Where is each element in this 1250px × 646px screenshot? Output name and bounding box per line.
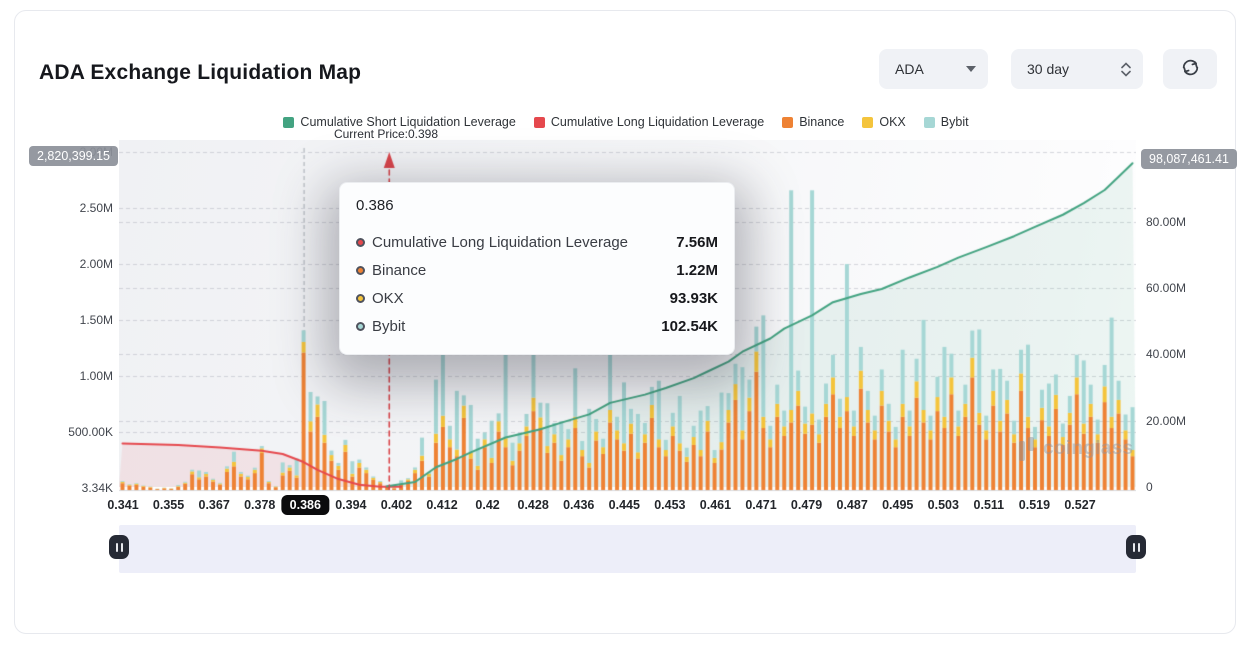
stepper-icon	[1121, 62, 1131, 77]
legend-item-bybit[interactable]: Bybit	[924, 115, 969, 129]
x-axis-tick: 0.461	[700, 498, 731, 512]
left-axis-tick: 2.00M	[23, 257, 113, 271]
series-marker-icon	[356, 294, 365, 303]
legend-item-binance[interactable]: Binance	[782, 115, 844, 129]
right-axis-tick: 20.00M	[1146, 414, 1186, 428]
symbol-select-value: ADA	[895, 61, 924, 77]
x-axis-tick: 0.436	[563, 498, 594, 512]
x-axis-tick: 0.487	[837, 498, 868, 512]
legend-swatch-icon	[283, 117, 294, 128]
x-axis-tick: 0.428	[518, 498, 549, 512]
tooltip-series-name: Cumulative Long Liquidation Leverage	[372, 234, 628, 251]
x-axis-tick: 0.394	[335, 498, 366, 512]
legend-item-okx[interactable]: OKX	[862, 115, 905, 129]
x-axis-tick: 0.367	[199, 498, 230, 512]
tooltip-row-label: Cumulative Long Liquidation Leverage	[356, 234, 628, 251]
x-axis-tick: 0.479	[791, 498, 822, 512]
tooltip-row: Binance 1.22M	[356, 256, 718, 284]
right-axis-tick: 0	[1146, 480, 1153, 494]
left-axis-tick: 1.50M	[23, 313, 113, 327]
tooltip-row: OKX 93.93K	[356, 284, 718, 312]
x-axis-tick: 0.495	[882, 498, 913, 512]
tooltip-series-name: OKX	[372, 290, 404, 307]
tooltip-row-label: OKX	[356, 290, 404, 307]
period-select-value: 30 day	[1027, 61, 1069, 77]
tooltip-series-value: 1.22M	[676, 262, 718, 279]
chart-tooltip: 0.386 Cumulative Long Liquidation Levera…	[339, 182, 735, 355]
x-axis-tick: 0.355	[153, 498, 184, 512]
tooltip-series-name: Bybit	[372, 318, 405, 335]
slider-left-handle[interactable]	[109, 535, 129, 559]
chevron-down-icon	[966, 66, 976, 72]
right-axis-tick: 40.00M	[1146, 347, 1186, 361]
legend-swatch-icon	[862, 117, 873, 128]
x-axis-tick: 0.402	[381, 498, 412, 512]
legend-swatch-icon	[924, 117, 935, 128]
liquidation-map-card: ADA Exchange Liquidation Map ADA 30 day …	[14, 10, 1236, 634]
legend-label: Bybit	[941, 115, 969, 129]
legend-label: OKX	[879, 115, 905, 129]
left-axis-tick: 2.50M	[23, 201, 113, 215]
tooltip-series-name: Binance	[372, 262, 426, 279]
refresh-button[interactable]	[1163, 49, 1217, 89]
chart-legend: Cumulative Short Liquidation LeverageCum…	[15, 115, 1237, 129]
series-marker-icon	[356, 322, 365, 331]
coinglass-watermark: coinglass	[1017, 437, 1133, 461]
legend-item-cumulative-long-liquidation-leverage[interactable]: Cumulative Long Liquidation Leverage	[534, 115, 764, 129]
x-axis-tick: 0.519	[1019, 498, 1050, 512]
left-axis-tick: 500.00K	[23, 425, 113, 439]
legend-swatch-icon	[782, 117, 793, 128]
legend-swatch-icon	[534, 117, 545, 128]
coinglass-logo-icon	[1017, 437, 1037, 461]
x-axis-tick: 0.503	[928, 498, 959, 512]
x-axis-tick: 0.527	[1064, 498, 1095, 512]
left-axis-max-badge: 2,820,399.15	[29, 146, 118, 166]
x-axis-tick: 0.453	[654, 498, 685, 512]
tooltip-row: Bybit 102.54K	[356, 312, 718, 340]
left-axis-tick: 1.00M	[23, 369, 113, 383]
x-axis-tick-highlighted: 0.386	[282, 495, 329, 515]
slider-right-handle[interactable]	[1126, 535, 1146, 559]
period-select[interactable]: 30 day	[1011, 49, 1143, 89]
left-axis-tick: 3.34K	[23, 481, 113, 495]
x-axis-tick: 0.445	[609, 498, 640, 512]
series-marker-icon	[356, 266, 365, 275]
tooltip-row-label: Bybit	[356, 318, 405, 335]
series-marker-icon	[356, 238, 365, 247]
legend-label: Binance	[799, 115, 844, 129]
symbol-select[interactable]: ADA	[879, 49, 988, 89]
x-axis-tick: 0.412	[426, 498, 457, 512]
x-axis-tick: 0.471	[745, 498, 776, 512]
tooltip-series-value: 93.93K	[670, 290, 718, 307]
right-axis-tick: 80.00M	[1146, 215, 1186, 229]
x-axis-tick: 0.42	[475, 498, 499, 512]
right-axis-max-badge: 98,087,461.41	[1141, 149, 1237, 169]
x-axis-tick: 0.341	[107, 498, 138, 512]
tooltip-row: Cumulative Long Liquidation Leverage 7.56…	[356, 228, 718, 256]
x-axis-tick: 0.511	[974, 498, 1005, 512]
zoom-range-slider[interactable]	[119, 525, 1136, 573]
refresh-icon	[1180, 57, 1201, 81]
x-axis-tick: 0.378	[244, 498, 275, 512]
tooltip-row-label: Binance	[356, 262, 426, 279]
page-title: ADA Exchange Liquidation Map	[39, 61, 361, 85]
right-axis-tick: 60.00M	[1146, 281, 1186, 295]
tooltip-series-value: 102.54K	[661, 318, 718, 335]
tooltip-series-value: 7.56M	[676, 234, 718, 251]
tooltip-price: 0.386	[356, 197, 718, 214]
current-price-annotation: Current Price:0.398	[334, 127, 438, 141]
legend-label: Cumulative Long Liquidation Leverage	[551, 115, 764, 129]
